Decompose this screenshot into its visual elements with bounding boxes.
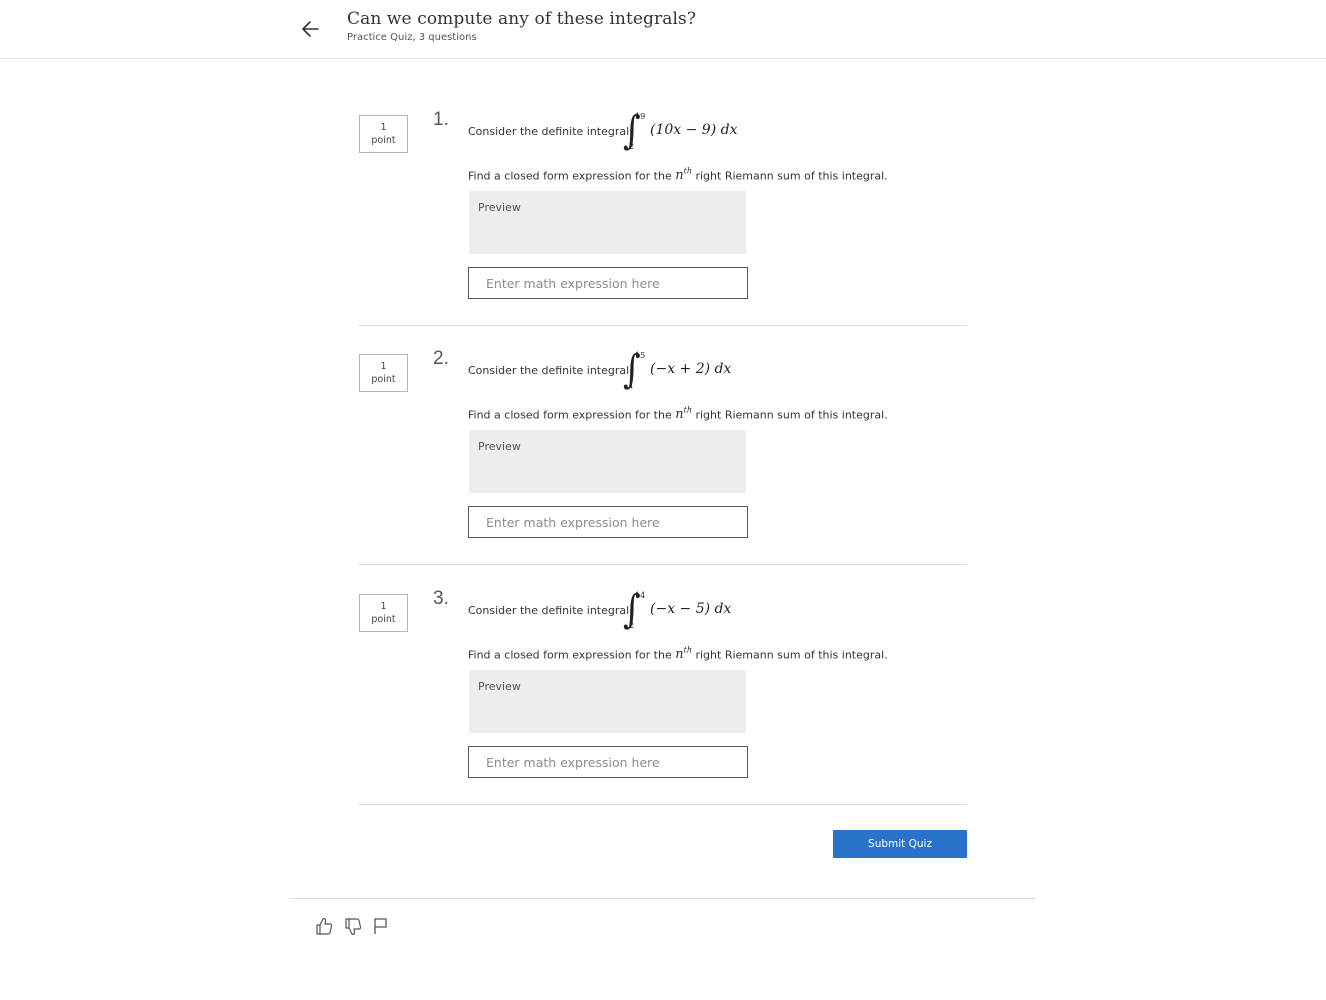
instruction-suffix: right Riemann sum of this integral. bbox=[691, 408, 888, 422]
math-preview: Preview bbox=[469, 430, 746, 493]
math-preview: Preview bbox=[469, 191, 746, 254]
instruction-prefix: Find a closed form expression for the bbox=[468, 648, 676, 662]
nth-symbol: nth bbox=[675, 646, 692, 663]
question-number: 3. bbox=[433, 588, 449, 609]
like-button[interactable] bbox=[313, 915, 335, 937]
integrand: (10x − 9) dx bbox=[650, 122, 738, 138]
preview-label: Preview bbox=[478, 680, 521, 693]
integrand: (−x + 2) dx bbox=[650, 361, 732, 377]
flag-icon bbox=[374, 918, 387, 934]
prompt-text: Consider the definite integral bbox=[468, 364, 630, 377]
nth-symbol: nth bbox=[675, 406, 692, 423]
question-prompt: Consider the definite integral ∫ 19 2 (1… bbox=[468, 108, 938, 157]
nth-symbol: nth bbox=[675, 167, 692, 184]
points-badge: 1 point bbox=[359, 354, 408, 392]
math-expression-input[interactable] bbox=[468, 506, 748, 538]
preview-label: Preview bbox=[478, 201, 521, 214]
integral-lower-limit: 1 bbox=[629, 381, 635, 390]
math-expression-input[interactable] bbox=[468, 746, 748, 778]
thumbs-up-icon bbox=[316, 918, 333, 935]
integral-upper-limit: 15 bbox=[635, 351, 646, 360]
question-number: 1. bbox=[433, 109, 449, 130]
integral-expression: ∫ 19 2 (10x − 9) dx bbox=[623, 108, 743, 157]
integral-lower-limit: 2 bbox=[629, 142, 635, 151]
points-badge: 1 point bbox=[359, 594, 408, 632]
points-value: 1 bbox=[380, 122, 387, 133]
nth-superscript: th bbox=[683, 646, 692, 655]
math-preview: Preview bbox=[469, 670, 746, 733]
points-value: 1 bbox=[380, 601, 387, 612]
nth-superscript: th bbox=[683, 167, 692, 176]
integral-expression: ∫ 14 2 (−x − 5) dx bbox=[623, 587, 743, 636]
instruction-suffix: right Riemann sum of this integral. bbox=[691, 169, 888, 183]
question-prompt: Consider the definite integral ∫ 15 1 (−… bbox=[468, 347, 938, 396]
dislike-button[interactable] bbox=[342, 915, 364, 937]
question-divider bbox=[359, 325, 967, 326]
question-divider bbox=[359, 564, 967, 565]
report-button[interactable] bbox=[370, 915, 392, 937]
integral-lower-limit: 2 bbox=[629, 621, 635, 630]
prompt-text: Consider the definite integral bbox=[468, 125, 630, 138]
nth-superscript: th bbox=[683, 406, 692, 415]
instruction-prefix: Find a closed form expression for the bbox=[468, 408, 676, 422]
points-badge: 1 point bbox=[359, 115, 408, 153]
arrow-left-icon bbox=[302, 21, 319, 37]
submit-quiz-button[interactable]: Submit Quiz bbox=[833, 830, 967, 858]
n-variable: n bbox=[675, 407, 684, 423]
integral-upper-limit: 19 bbox=[635, 112, 646, 121]
points-value: 1 bbox=[380, 361, 387, 372]
footer-divider bbox=[290, 898, 1035, 899]
preview-label: Preview bbox=[478, 440, 521, 453]
n-variable: n bbox=[675, 647, 684, 663]
quiz-subtitle: Practice Quiz, 3 questions bbox=[347, 32, 477, 43]
points-unit: point bbox=[371, 374, 396, 385]
points-unit: point bbox=[371, 135, 396, 146]
instruction-suffix: right Riemann sum of this integral. bbox=[691, 648, 888, 662]
question-prompt: Consider the definite integral ∫ 14 2 (−… bbox=[468, 587, 938, 636]
question-divider bbox=[359, 804, 967, 805]
quiz-header: Can we compute any of these integrals? P… bbox=[0, 0, 1326, 59]
integral-upper-limit: 14 bbox=[635, 591, 646, 600]
question-instruction: Find a closed form expression for the nt… bbox=[468, 406, 888, 422]
n-variable: n bbox=[675, 168, 684, 184]
integral-expression: ∫ 15 1 (−x + 2) dx bbox=[623, 347, 743, 396]
instruction-prefix: Find a closed form expression for the bbox=[468, 169, 676, 183]
question-instruction: Find a closed form expression for the nt… bbox=[468, 646, 888, 662]
thumbs-down-icon bbox=[345, 918, 362, 935]
page-title: Can we compute any of these integrals? bbox=[347, 9, 697, 29]
question-number: 2. bbox=[433, 348, 449, 369]
question-instruction: Find a closed form expression for the nt… bbox=[468, 167, 888, 183]
math-expression-input[interactable] bbox=[468, 267, 748, 299]
prompt-text: Consider the definite integral bbox=[468, 604, 630, 617]
back-button[interactable] bbox=[298, 16, 324, 42]
integrand: (−x − 5) dx bbox=[650, 601, 732, 617]
points-unit: point bbox=[371, 614, 396, 625]
